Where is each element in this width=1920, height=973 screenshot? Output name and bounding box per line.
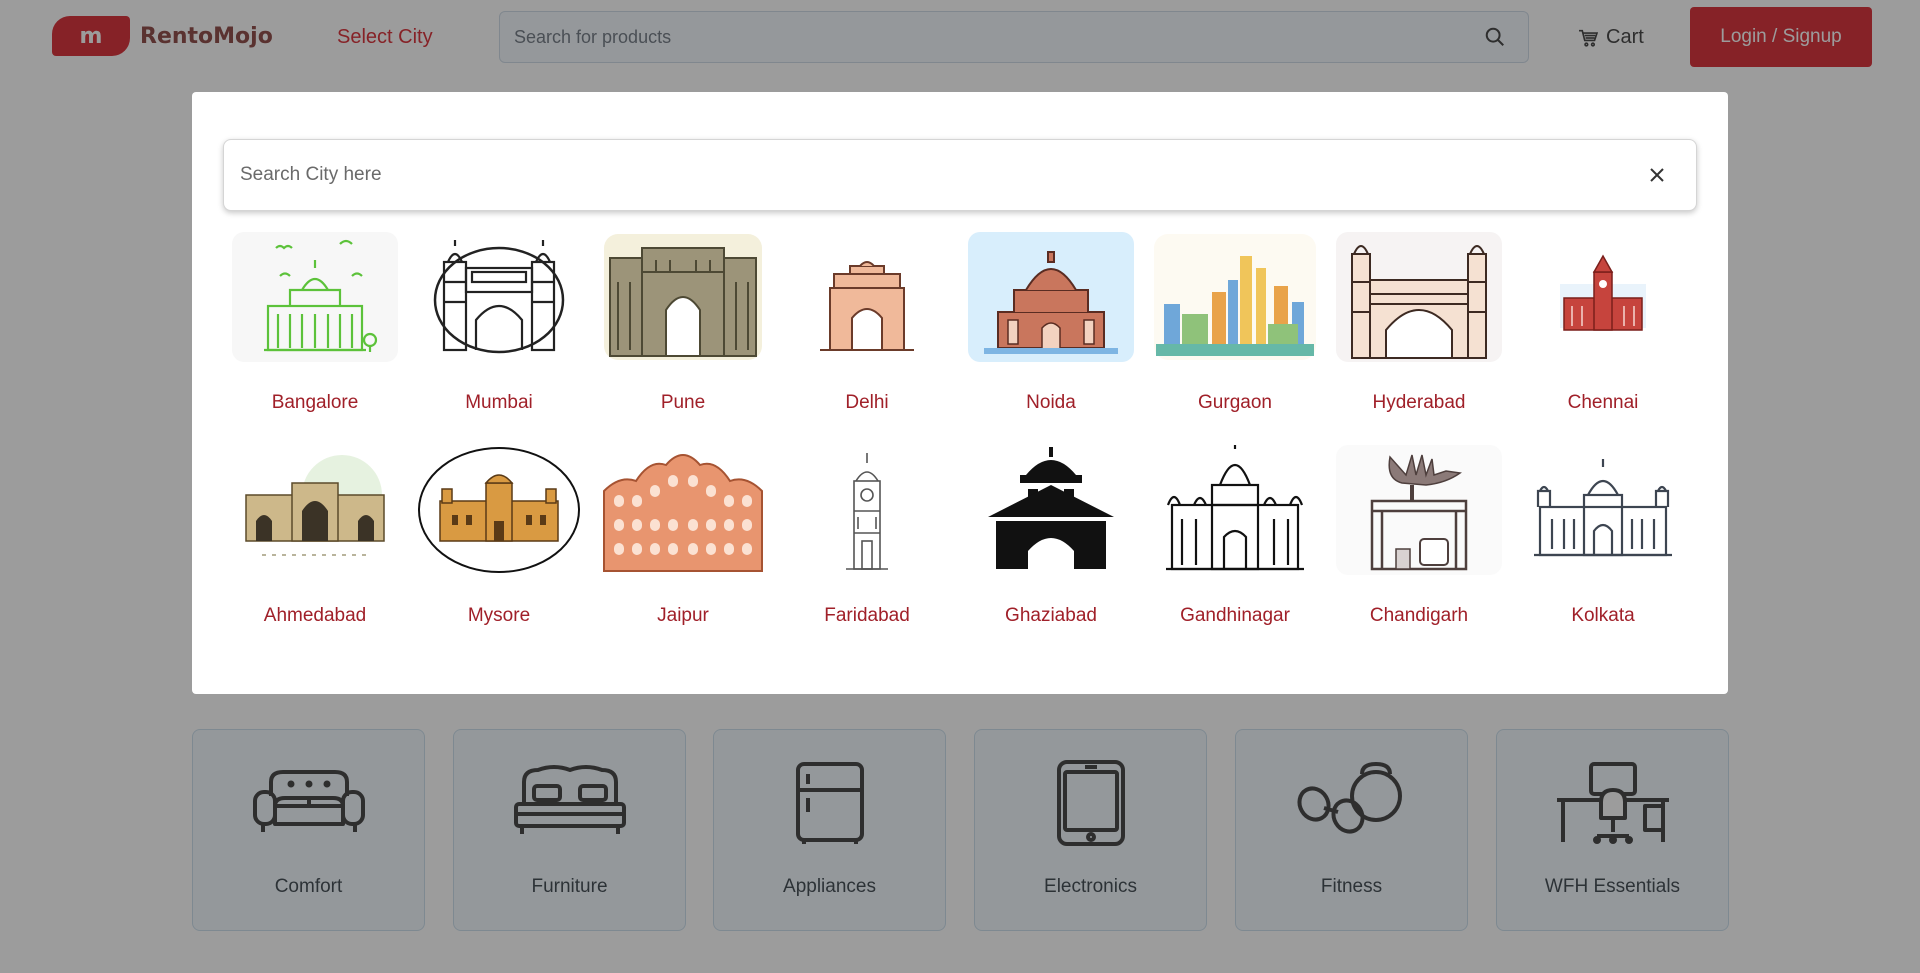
city-name: Gurgaon: [1198, 392, 1272, 413]
city-name: Delhi: [845, 392, 889, 413]
city-option-ahmedabad[interactable]: Ahmedabad: [230, 445, 400, 635]
skyline-icon: [1154, 234, 1316, 360]
city-thumbnail: [416, 445, 582, 575]
city-option-jaipur[interactable]: Jaipur: [598, 445, 768, 635]
city-name: Mumbai: [465, 392, 533, 413]
shaniwar-wada-icon: [604, 234, 762, 360]
city-name: Chandigarh: [1369, 605, 1469, 626]
monument-icon: [988, 447, 1114, 569]
gateway-of-india-icon: [433, 240, 565, 354]
city-option-chandigarh[interactable]: Chandigarh: [1334, 445, 1504, 635]
city-thumbnail: [232, 232, 398, 362]
india-gate-icon: [820, 261, 914, 351]
city-thumbnail: [968, 232, 1134, 362]
city-option-gandhinagar[interactable]: Gandhinagar: [1150, 445, 1320, 635]
city-thumbnail: [968, 445, 1134, 575]
city-search-box[interactable]: [223, 139, 1697, 211]
city-option-mumbai[interactable]: Mumbai: [414, 232, 584, 422]
city-name: Chennai: [1567, 392, 1639, 413]
city-option-pune[interactable]: Pune: [598, 232, 768, 422]
palace-icon: [1166, 445, 1304, 571]
city-name: Ahmedabad: [263, 605, 367, 626]
city-option-bangalore[interactable]: Bangalore: [230, 232, 400, 422]
city-name: Jaipur: [657, 605, 709, 626]
city-thumbnail: [416, 232, 582, 362]
city-thumbnail: [600, 445, 766, 575]
city-thumbnail: [784, 232, 950, 362]
central-station-icon: [1560, 254, 1646, 331]
sidi-saiyyed-mosque-icon: [245, 455, 385, 556]
vidhana-soudha-icon: [264, 239, 378, 352]
hawa-mahal-icon: [603, 454, 763, 572]
city-select-modal: Bangalore Mumbai: [192, 92, 1728, 694]
clock-tower-icon: [846, 453, 888, 570]
city-search-input[interactable]: [240, 140, 1600, 210]
city-name: Bangalore: [271, 392, 359, 413]
city-option-faridabad[interactable]: Faridabad: [782, 445, 952, 635]
temple-icon: [984, 251, 1118, 354]
city-thumbnail: [784, 445, 950, 575]
charminar-icon: [1351, 245, 1487, 359]
city-thumbnail: [232, 445, 398, 575]
city-option-hyderabad[interactable]: Hyderabad: [1334, 232, 1504, 422]
city-name: Kolkata: [1571, 605, 1635, 626]
city-thumbnail: [1336, 445, 1502, 575]
city-option-kolkata[interactable]: Kolkata: [1518, 445, 1688, 635]
city-thumbnail: [1520, 445, 1686, 575]
city-name: Pune: [660, 392, 706, 413]
victoria-memorial-icon: [1534, 459, 1672, 557]
city-name: Hyderabad: [1372, 392, 1466, 413]
mysore-palace-icon: [418, 447, 580, 573]
city-option-chennai[interactable]: Chennai: [1518, 232, 1688, 422]
city-thumbnail: [600, 232, 766, 362]
city-option-gurgaon[interactable]: Gurgaon: [1150, 232, 1320, 422]
city-thumbnail: [1152, 232, 1318, 362]
city-option-noida[interactable]: Noida: [966, 232, 1136, 422]
city-thumbnail: [1336, 232, 1502, 362]
city-name: Gandhinagar: [1180, 605, 1290, 626]
city-option-delhi[interactable]: Delhi: [782, 232, 952, 422]
close-icon[interactable]: [1648, 166, 1666, 184]
city-name: Faridabad: [824, 605, 910, 626]
city-thumbnail: [1152, 445, 1318, 575]
city-option-ghaziabad[interactable]: Ghaziabad: [966, 445, 1136, 635]
open-hand-monument-icon: [1370, 454, 1468, 571]
city-thumbnail: [1520, 232, 1686, 362]
city-name: Ghaziabad: [1005, 605, 1097, 626]
city-name: Noida: [1026, 392, 1076, 413]
city-option-mysore[interactable]: Mysore: [414, 445, 584, 635]
city-name: Mysore: [467, 605, 531, 626]
